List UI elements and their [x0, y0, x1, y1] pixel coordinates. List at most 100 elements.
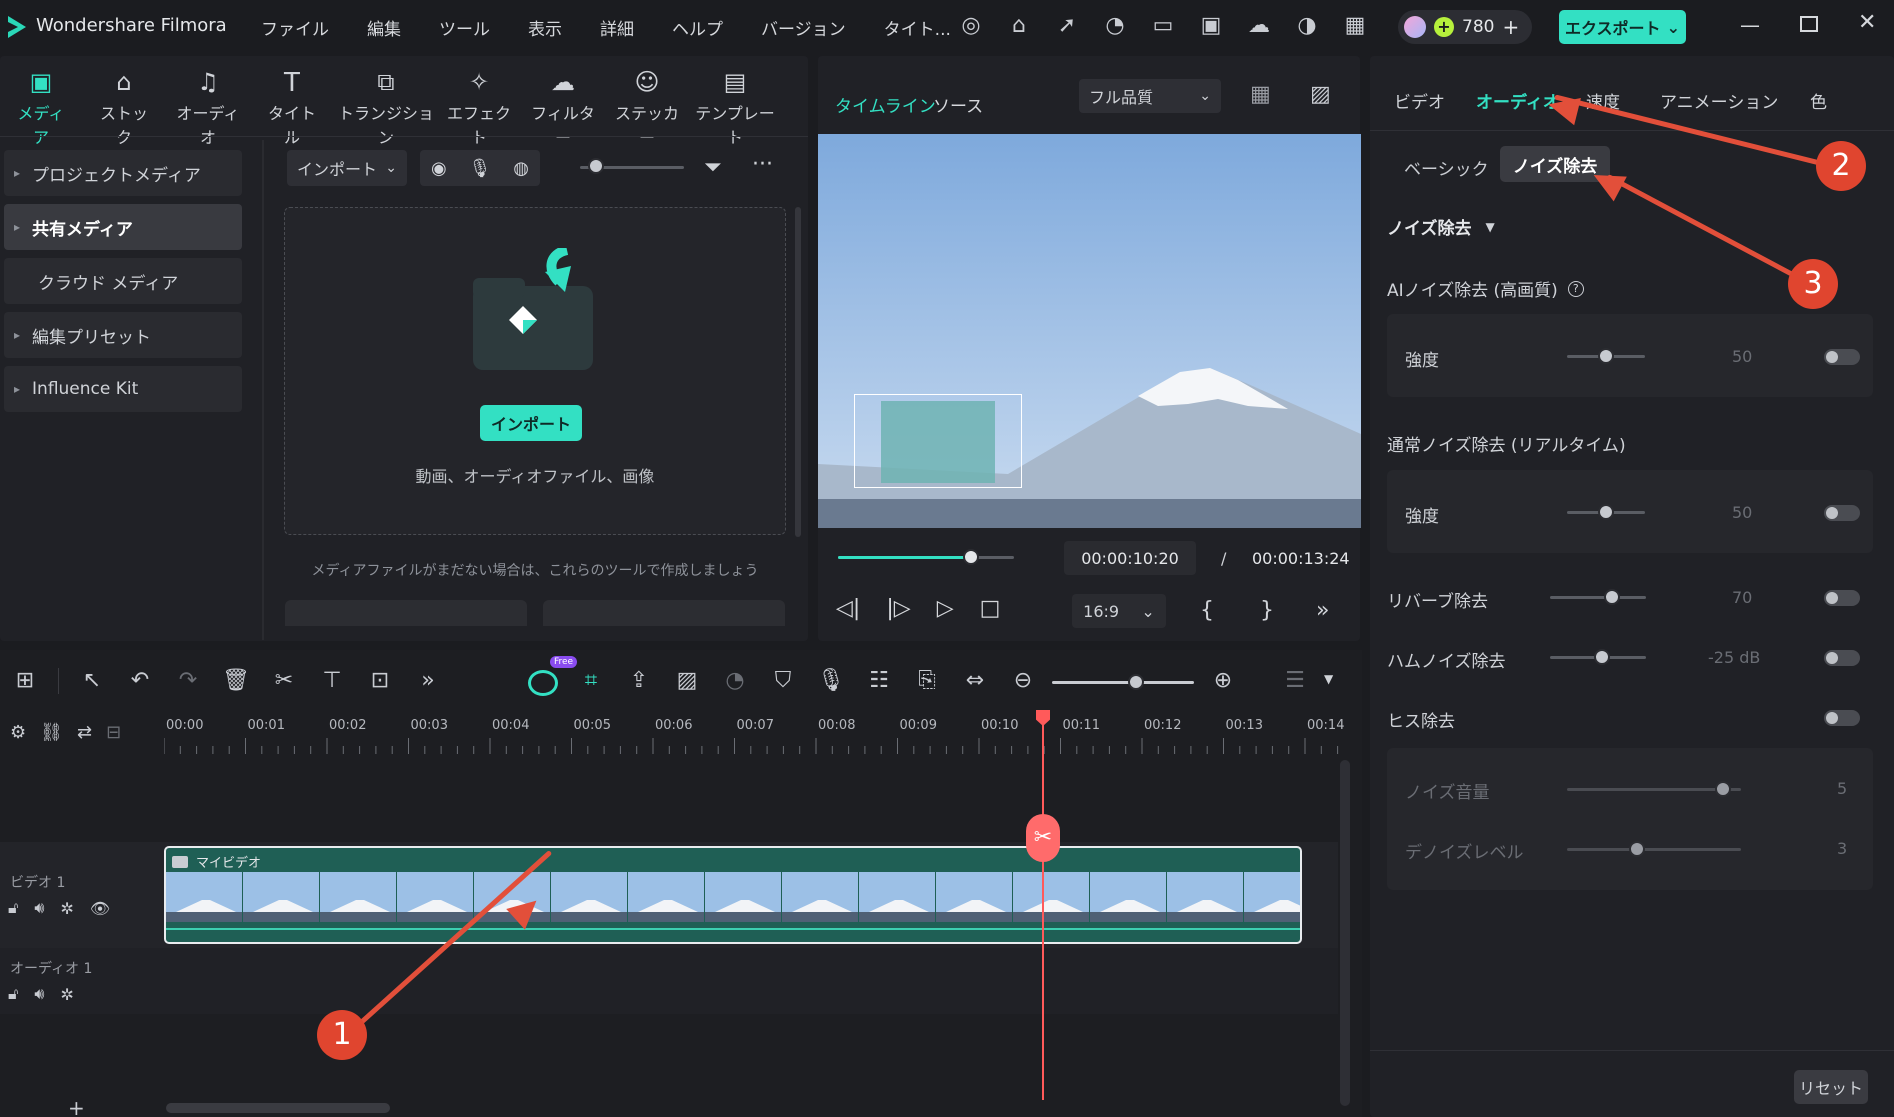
save-icon[interactable]: ▣	[1198, 13, 1224, 39]
import-dropdown[interactable]: インポート ⌄	[287, 150, 407, 186]
add-credits-icon[interactable]: +	[1502, 15, 1519, 39]
tab-color[interactable]: 色	[1810, 88, 1827, 113]
magic-icon[interactable]: ✲	[60, 899, 73, 918]
speed-ramp-icon[interactable]: ◔	[720, 666, 750, 696]
timeline-vertical-scrollbar[interactable]	[1340, 760, 1350, 1106]
avatar[interactable]	[1404, 16, 1426, 38]
slider-knob[interactable]	[1629, 841, 1645, 857]
ai-denoise-toggle[interactable]	[1824, 349, 1860, 365]
play-icon[interactable]: ▷	[937, 596, 954, 621]
slider-knob[interactable]	[1604, 589, 1620, 605]
snapshot-icon[interactable]: ▨	[1310, 82, 1331, 107]
playback-progress[interactable]	[838, 549, 1014, 565]
undo-icon[interactable]: ↶	[125, 666, 155, 696]
menu-title[interactable]: タイト...	[884, 15, 951, 40]
apps-grid-icon[interactable]: ▦	[1342, 13, 1368, 39]
more-options-icon[interactable]: ···	[752, 152, 773, 177]
grid-view-icon[interactable]: ▦	[1250, 82, 1271, 107]
cloud-upload-icon[interactable]: ☁	[1246, 13, 1272, 39]
menu-file[interactable]: ファイル	[261, 15, 329, 40]
slider-knob[interactable]	[1598, 348, 1614, 364]
mark-out-icon[interactable]: }	[1260, 598, 1274, 623]
check-circle-icon[interactable]: ◎	[958, 13, 984, 39]
export-button[interactable]: エクスポート ⌄	[1559, 10, 1686, 44]
credits-pill[interactable]: + 780 +	[1398, 10, 1532, 44]
slider-knob[interactable]	[1715, 781, 1731, 797]
scissors-icon[interactable]: ✂	[269, 666, 299, 696]
microphone-record-icon[interactable]: 🎙︎	[816, 666, 846, 696]
slider-knob[interactable]	[1598, 504, 1614, 520]
reset-button[interactable]: リセット	[1794, 1070, 1868, 1104]
zoom-in-icon[interactable]: ⊕	[1208, 666, 1238, 696]
time-ruler[interactable]	[163, 738, 1371, 754]
import-button[interactable]: インポート	[480, 405, 582, 441]
menu-advanced[interactable]: 詳細	[600, 15, 634, 40]
support-icon[interactable]: ◑	[1294, 13, 1320, 39]
hum-toggle[interactable]	[1824, 650, 1860, 666]
maximize-icon[interactable]	[1800, 16, 1818, 32]
slider-knob[interactable]	[588, 158, 604, 174]
gift-icon[interactable]: ⌂	[1006, 13, 1032, 39]
progress-knob[interactable]	[962, 549, 979, 565]
record-screen-icon[interactable]: ◉	[431, 158, 447, 179]
link-icon[interactable]: ⇄	[77, 722, 92, 743]
split-scissors-icon[interactable]: ✂	[1026, 814, 1060, 862]
crop-icon[interactable]: ⊡	[365, 666, 395, 696]
lock-icon[interactable]: 🔓︎	[8, 984, 18, 1004]
voice-icon[interactable]: ◍	[513, 158, 529, 179]
noise-volume-slider[interactable]	[1567, 781, 1741, 797]
denoise-level-slider[interactable]	[1567, 841, 1741, 857]
delete-icon[interactable]: 🗑︎	[221, 666, 251, 696]
import-drop-area[interactable]: インポート 動画、オーディオファイル、画像	[284, 207, 786, 535]
microphone-icon[interactable]: 🎙︎	[469, 158, 492, 179]
sidebar-item-edit-presets[interactable]: ▸ 編集プリセット	[4, 312, 242, 358]
reverb-slider[interactable]	[1550, 589, 1646, 605]
layout-icon[interactable]: ▭	[1150, 13, 1176, 39]
tab-timeline[interactable]: タイムライン	[835, 92, 936, 117]
prev-frame-icon[interactable]: ◁|	[836, 596, 860, 621]
create-tool-card[interactable]	[285, 600, 527, 626]
slider-knob[interactable]	[1128, 674, 1144, 690]
send-icon[interactable]: ➚	[1054, 13, 1080, 39]
thumbnail-size-slider[interactable]	[580, 158, 684, 174]
crop-overlay-box[interactable]	[854, 394, 1022, 488]
auto-sync-icon[interactable]: ⎘	[912, 666, 942, 696]
eye-icon[interactable]: 👁︎	[90, 899, 110, 918]
reverb-toggle[interactable]	[1824, 590, 1860, 606]
scene-detect-icon[interactable]: ⌗	[576, 666, 606, 696]
filter-funnel-icon[interactable]: ⏷	[704, 155, 722, 180]
speaker-icon[interactable]: 🔊︎	[34, 898, 44, 918]
close-icon[interactable]: ✕	[1858, 10, 1876, 35]
timeline-horizontal-scrollbar[interactable]	[166, 1103, 390, 1113]
aspect-dropdown[interactable]: 16:9 ⌄	[1072, 594, 1166, 628]
tab-video[interactable]: ビデオ	[1394, 88, 1476, 113]
layout-grid-icon[interactable]: ⊞	[10, 666, 40, 696]
more-controls-icon[interactable]: »	[1316, 598, 1329, 623]
redo-icon[interactable]: ↷	[173, 666, 203, 696]
share-icon[interactable]: ⇪	[624, 666, 654, 696]
sidebar-item-influence-kit[interactable]: ▸ Influence Kit	[4, 366, 242, 412]
menu-version[interactable]: バージョン	[761, 15, 846, 40]
media-scrollbar[interactable]	[795, 207, 801, 537]
minimize-icon[interactable]: —	[1740, 13, 1760, 37]
help-icon[interactable]: ?	[1567, 280, 1584, 297]
video-clip[interactable]: マイビデオ	[164, 846, 1302, 944]
tab-source[interactable]: ソース	[933, 92, 983, 117]
sidebar-item-shared-media[interactable]: ▸ 共有メディア	[4, 204, 242, 250]
track-settings-icon[interactable]: ⚙	[10, 722, 26, 743]
more-tools-icon[interactable]: »	[413, 666, 443, 696]
mark-in-icon[interactable]: {	[1200, 598, 1214, 623]
normal-strength-slider[interactable]	[1567, 504, 1645, 520]
slider-knob[interactable]	[1594, 649, 1610, 665]
lock-icon[interactable]: 🔓︎	[8, 898, 18, 918]
sidebar-item-project-media[interactable]: ▸ プロジェクトメディア	[4, 150, 242, 196]
fit-timeline-icon[interactable]: ⇔	[960, 666, 990, 696]
hum-slider[interactable]	[1550, 649, 1646, 665]
menu-help[interactable]: ヘルプ	[672, 15, 723, 40]
tab-animation[interactable]: アニメーション	[1660, 88, 1810, 113]
create-tool-card[interactable]	[543, 600, 785, 626]
ai-strength-slider[interactable]	[1567, 348, 1645, 364]
unlink-icon[interactable]: ⛓	[40, 722, 63, 743]
track-layout-icon[interactable]: ☰	[1280, 666, 1310, 696]
menu-edit[interactable]: 編集	[367, 15, 401, 40]
